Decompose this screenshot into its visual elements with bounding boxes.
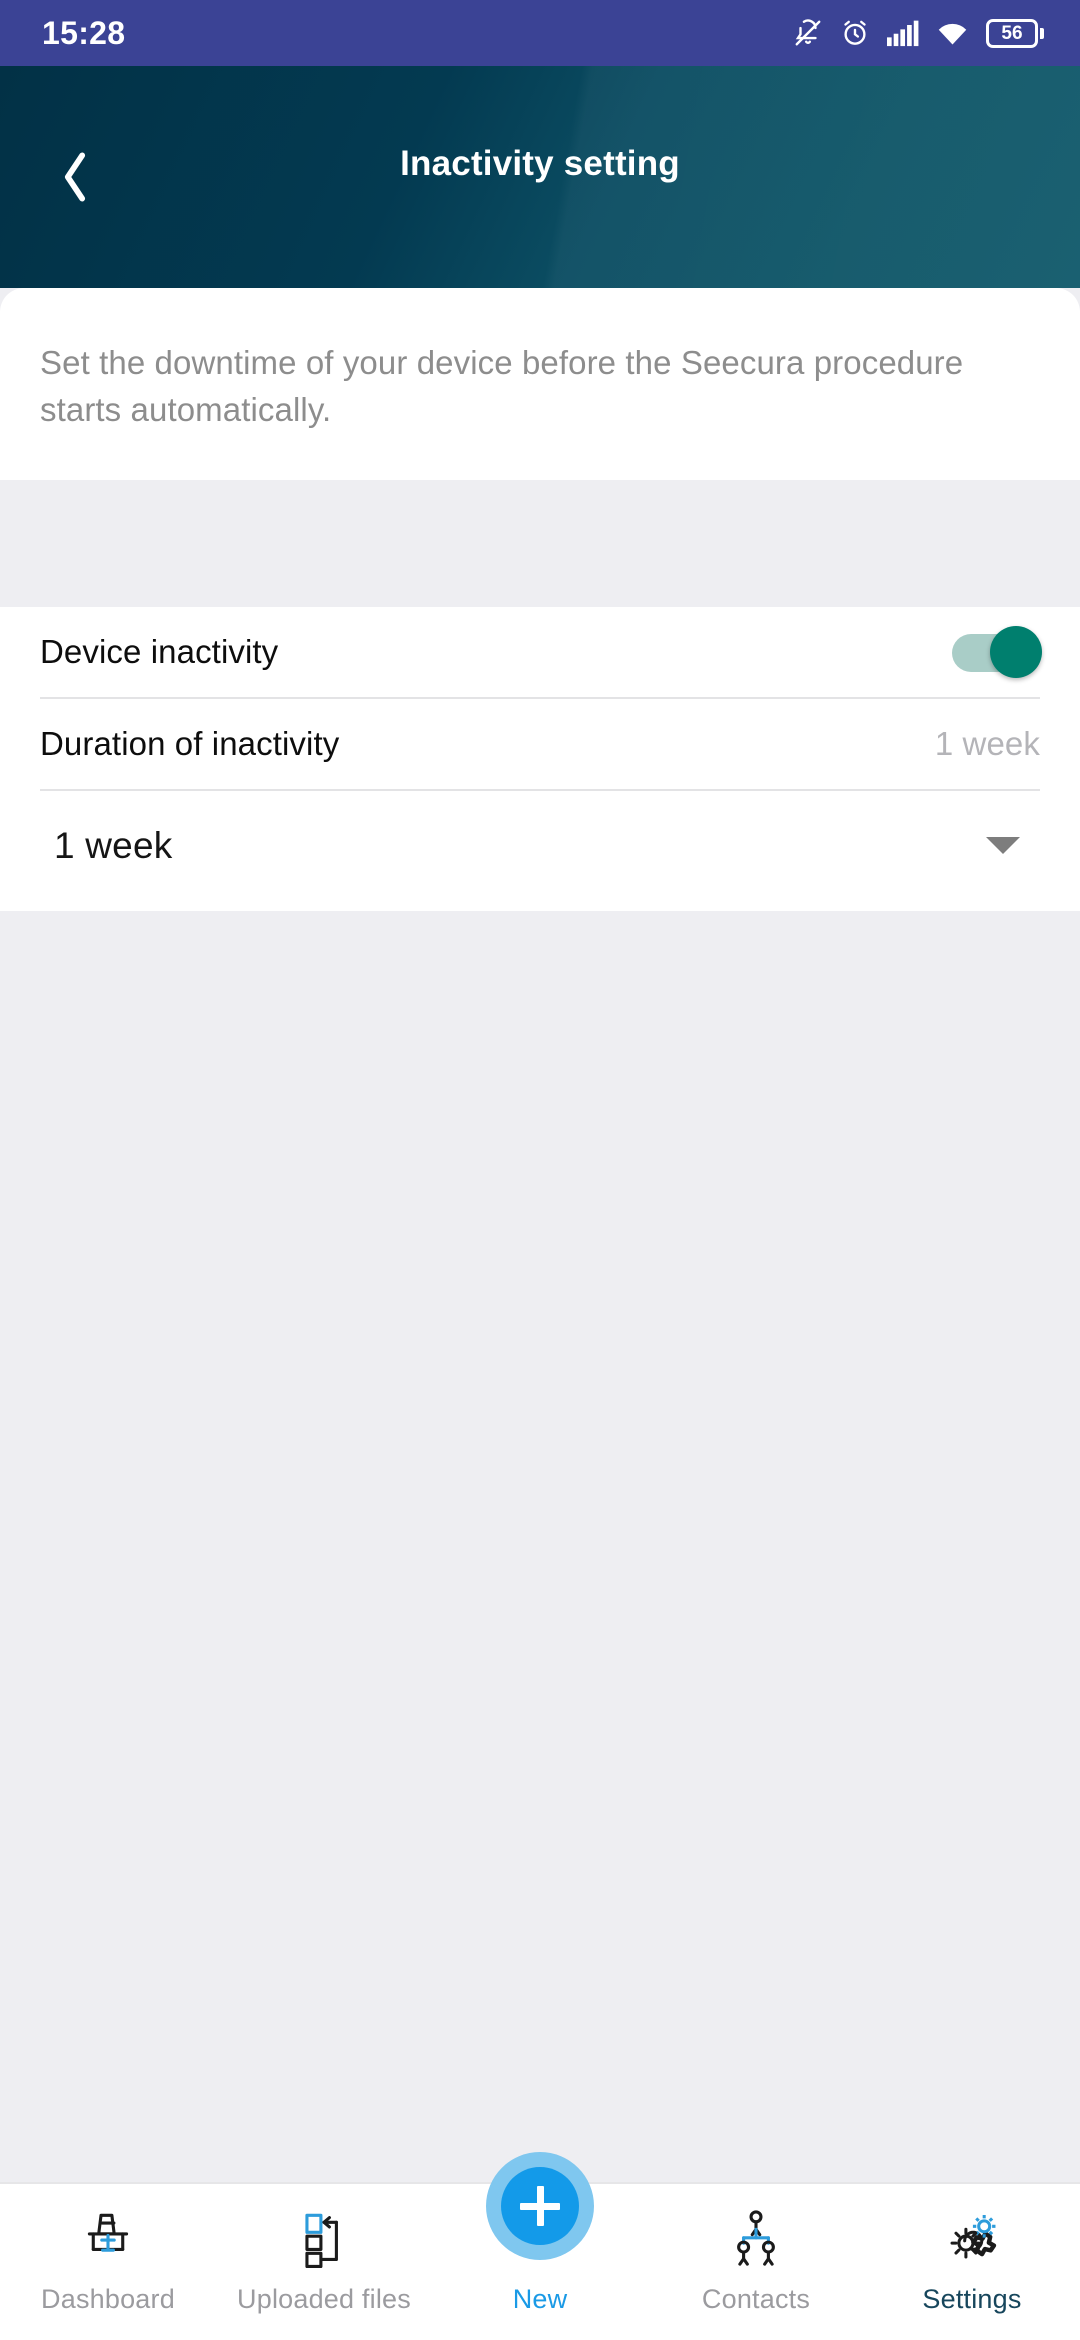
duration-dropdown[interactable]: 1 week — [40, 791, 1040, 901]
battery-level-text: 56 — [1001, 22, 1023, 44]
card-bottom-edge — [0, 900, 1080, 911]
row-label: Device inactivity — [40, 632, 279, 670]
row-device-inactivity[interactable]: Device inactivity — [40, 607, 1042, 699]
status-icons: 56 — [793, 17, 1044, 49]
row-value: 1 week — [934, 724, 1040, 762]
wifi-icon — [936, 18, 969, 48]
section-spacer — [0, 479, 1080, 574]
battery-icon: 56 — [986, 18, 1044, 48]
status-bar: 15:28 56 — [0, 0, 1080, 66]
description-text: Set the downtime of your device before t… — [40, 344, 964, 428]
nav-label: New — [512, 2284, 568, 2314]
new-fab-button[interactable] — [486, 2152, 594, 2260]
content-sheet: Set the downtime of your device before t… — [0, 288, 1080, 2340]
fab-circle[interactable] — [501, 2167, 579, 2245]
status-time: 15:28 — [42, 14, 126, 51]
nav-label: Contacts — [701, 2284, 811, 2314]
row-duration-of-inactivity[interactable]: Duration of inactivity 1 week — [40, 699, 1040, 791]
nav-item-settings[interactable]: Settings — [864, 2184, 1080, 2340]
page-title: Inactivity setting — [400, 144, 680, 183]
chevron-down-icon[interactable] — [986, 837, 1020, 855]
signal-icon — [887, 18, 919, 48]
device-inactivity-toggle[interactable] — [952, 625, 1042, 678]
nav-label: Dashboard — [41, 2284, 175, 2314]
description-card: Set the downtime of your device before t… — [0, 288, 1080, 480]
nav-item-uploaded-files[interactable]: Uploaded files — [216, 2184, 432, 2340]
nav-item-contacts[interactable]: Contacts — [648, 2184, 864, 2340]
row-label: Duration of inactivity — [40, 724, 340, 762]
alarm-icon — [840, 17, 870, 49]
dashboard-icon — [77, 2204, 139, 2270]
app-bar: Inactivity setting — [0, 66, 1080, 288]
uploaded-files-icon — [295, 2204, 353, 2270]
settings-card: Device inactivity Duration of inactivity… — [0, 606, 1080, 901]
contacts-icon — [726, 2204, 786, 2270]
dropdown-selected-value: 1 week — [54, 824, 173, 866]
nav-label: Uploaded files — [237, 2284, 411, 2314]
gears-icon — [940, 2204, 1004, 2270]
nav-label: Settings — [922, 2284, 1022, 2314]
bell-muted-icon — [793, 17, 823, 49]
toggle-thumb — [990, 625, 1042, 678]
nav-item-dashboard[interactable]: Dashboard — [0, 2184, 216, 2340]
